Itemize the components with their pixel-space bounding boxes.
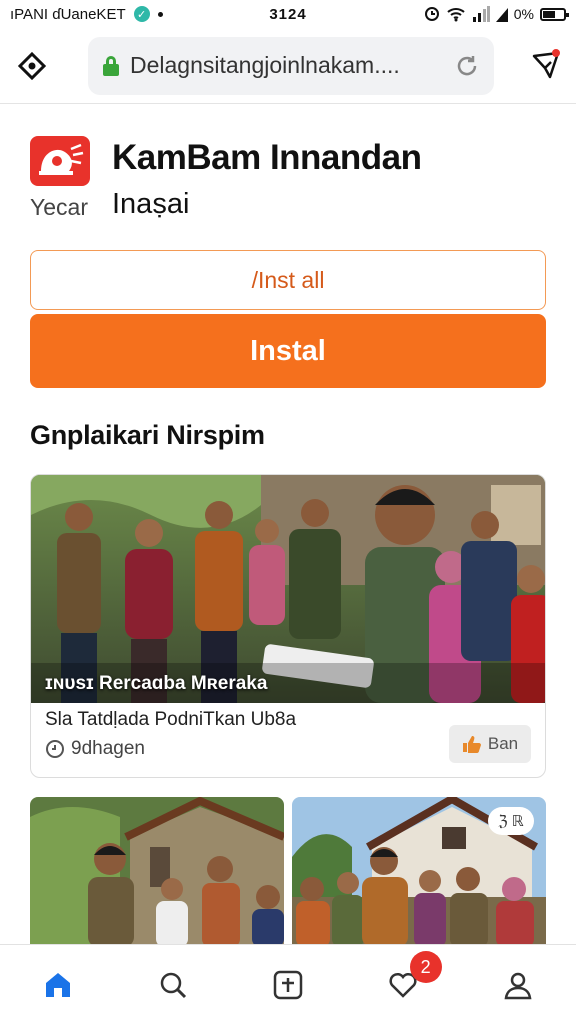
share-icon[interactable] <box>528 48 562 83</box>
card-action-label: Ban <box>487 734 519 753</box>
signal-icon <box>472 6 490 22</box>
section-title: Gnplaikari Nirspim <box>30 420 265 450</box>
address-bar[interactable]: Delagnsitangjoinlnakam.... <box>88 36 494 95</box>
nav-home[interactable] <box>0 945 115 1024</box>
status-bar: ıPANI ɗUaneKET ✓ 3124 0% <box>0 0 576 28</box>
card-action-button[interactable]: Ban <box>449 725 531 763</box>
bottom-nav: 2 <box>0 944 576 1024</box>
village-photo-image <box>30 797 284 947</box>
nav-profile[interactable] <box>461 945 576 1024</box>
alarm-icon <box>424 7 439 21</box>
install-button[interactable]: Instal <box>30 314 546 388</box>
status-left: ıPANI ɗUaneKET ✓ <box>10 6 210 23</box>
signal-icon <box>495 8 508 22</box>
profile-icon <box>504 972 532 999</box>
thumbnail-card[interactable]: ℨ ℝ <box>292 797 546 947</box>
group-photo-image <box>31 475 545 703</box>
battery-percent: 0% <box>513 6 534 22</box>
install-outline-button[interactable]: /Inst all <box>30 250 546 310</box>
nav-search[interactable] <box>115 945 230 1024</box>
app-category-label: Yecar <box>30 194 88 220</box>
card-meta-text: 9dhagen <box>71 738 145 759</box>
card-meta: 9dhagen <box>45 738 145 760</box>
thumbnail-card[interactable] <box>30 797 284 947</box>
app-title: KamBam Innandan <box>112 138 422 177</box>
reload-icon[interactable] <box>454 53 480 79</box>
lock-icon <box>102 55 120 76</box>
thumbnail-badge: ℨ ℝ <box>488 807 534 835</box>
app-notification-icon: ✓ <box>133 6 150 22</box>
app-logo-icon <box>30 136 90 186</box>
app-category-value: Inaṣai <box>112 188 190 220</box>
search-icon <box>160 972 186 998</box>
home-icon <box>45 972 70 997</box>
card-overlay-title: ɪɴᴜsɪ Rercaɑba Mʀeraka <box>45 673 268 694</box>
nav-add[interactable] <box>230 945 345 1024</box>
battery-icon <box>540 7 569 21</box>
thumbs-up-icon <box>462 736 481 753</box>
clock-icon <box>46 740 64 758</box>
dot-icon <box>157 11 163 17</box>
diamond-nav-icon[interactable] <box>14 48 50 84</box>
nav-activity[interactable]: 2 <box>346 945 461 1024</box>
notification-dot <box>552 48 560 57</box>
card-caption: Sla Tatdḷada PodniTkan Ub8a <box>45 709 297 730</box>
status-right: 0% <box>424 6 569 22</box>
app-header: KamBam Innandan Yecar Inaṣai <box>30 136 546 226</box>
wifi-icon <box>447 8 465 22</box>
browser-toolbar: Delagnsitangjoinlnakam.... <box>0 28 576 104</box>
carrier-label: ıPANI ɗUaneKET <box>10 5 126 23</box>
add-icon <box>273 970 303 999</box>
url-text: Delagnsitangjoinlnakam.... <box>130 52 400 78</box>
notification-badge: 2 <box>409 951 442 983</box>
feature-card[interactable]: ɪɴᴜsɪ Rercaɑba Mʀeraka Sla Tatdḷada Podn… <box>30 474 546 778</box>
